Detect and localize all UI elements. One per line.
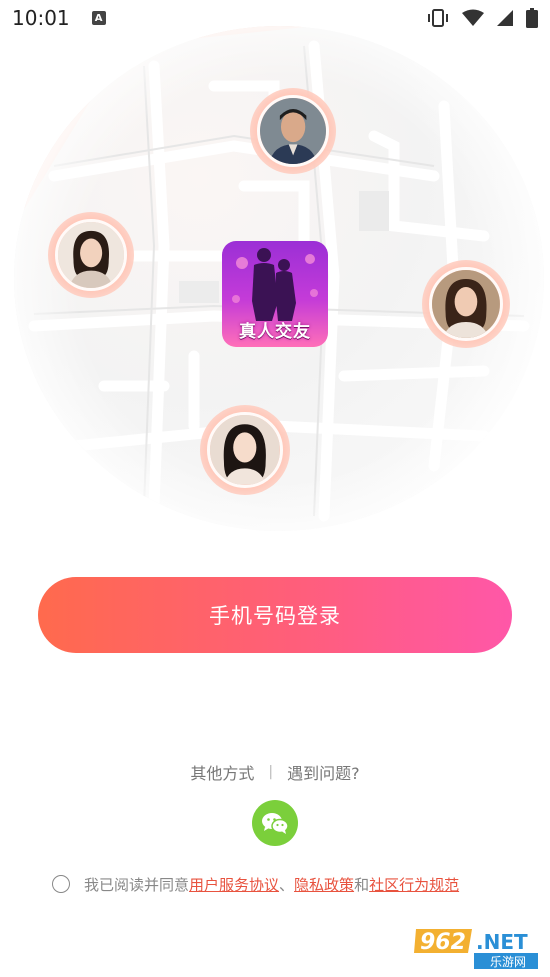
phone-login-button[interactable]: 手机号码登录 xyxy=(38,577,512,653)
svg-text:962: 962 xyxy=(420,930,466,955)
app-logo-text: 真人交友 xyxy=(239,322,311,342)
community-rules-link[interactable]: 社区行为规范 xyxy=(369,874,459,895)
female-portrait-icon xyxy=(432,270,500,338)
avatar-right[interactable] xyxy=(422,260,510,348)
separator: | xyxy=(268,764,274,780)
agreement-and: 和 xyxy=(354,875,370,894)
avatar-top[interactable] xyxy=(250,88,336,174)
avatar-bottom[interactable] xyxy=(200,405,290,495)
watermark-logo-icon: 962 .NET 乐游网 xyxy=(414,929,538,969)
notification-icon: A xyxy=(91,11,106,25)
male-portrait-icon xyxy=(259,97,327,165)
vibrate-icon xyxy=(428,9,448,27)
watermark: 962 .NET 乐游网 xyxy=(412,925,542,971)
agree-checkbox[interactable] xyxy=(52,875,70,893)
agreement-row: 我已阅读并同意 用户服务协议 、 隐私政策 和 社区行为规范 xyxy=(52,872,522,896)
user-agreement-link[interactable]: 用户服务协议 xyxy=(189,874,279,895)
other-options-row: 其他方式 | 遇到问题? xyxy=(0,760,550,784)
agreement-comma: 、 xyxy=(279,875,295,894)
svg-text:乐游网: 乐游网 xyxy=(490,955,526,969)
svg-text:.NET: .NET xyxy=(476,930,528,954)
female-portrait-icon xyxy=(210,415,280,485)
agreement-prefix: 我已阅读并同意 xyxy=(84,875,190,894)
wechat-login-button[interactable] xyxy=(252,800,298,846)
problem-link[interactable]: 遇到问题? xyxy=(287,760,360,784)
battery-icon xyxy=(526,8,538,28)
privacy-policy-link[interactable]: 隐私政策 xyxy=(294,874,354,895)
female-portrait-icon xyxy=(57,221,125,289)
app-logo: 真人交友 xyxy=(222,241,328,347)
avatar-left[interactable] xyxy=(48,212,134,298)
status-icons xyxy=(426,8,538,28)
other-methods-label: 其他方式 xyxy=(190,764,255,783)
wechat-icon xyxy=(262,813,289,834)
wifi-icon xyxy=(462,9,484,26)
signal-icon xyxy=(497,10,513,26)
